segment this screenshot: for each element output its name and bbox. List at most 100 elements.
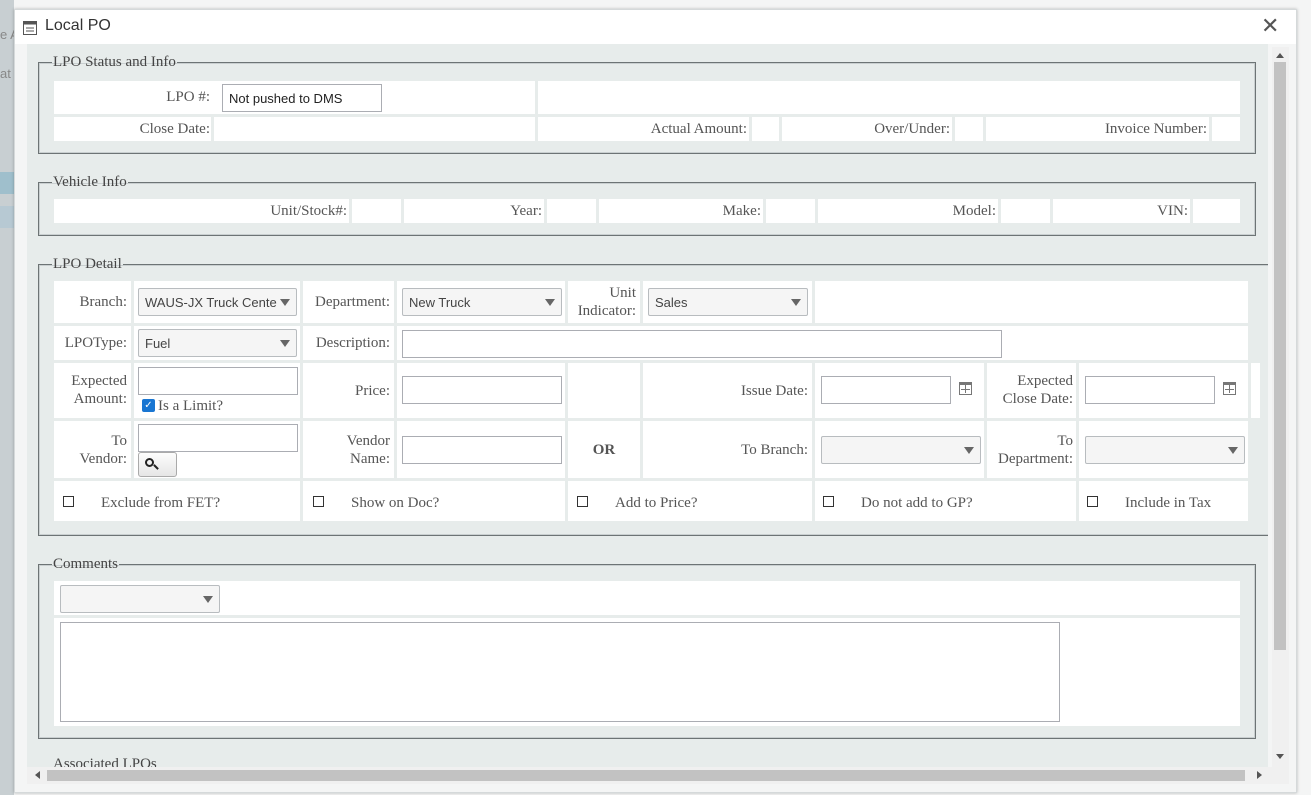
make-value — [766, 199, 815, 223]
window-icon — [23, 21, 37, 35]
vin-label: VIN: — [1157, 203, 1188, 219]
lpo-number-label: LPO #: — [166, 89, 210, 105]
year-label: Year: — [510, 203, 542, 219]
vendor-name-input[interactable] — [402, 436, 562, 464]
over-under-label: Over/Under: — [874, 121, 950, 137]
lpo-type-select[interactable]: Fuel — [138, 329, 297, 357]
section-legend: Vehicle Info — [53, 174, 127, 190]
background-tile — [0, 206, 14, 228]
comments-textarea[interactable] — [60, 622, 1060, 722]
section-legend: LPO Status and Info — [53, 54, 176, 70]
scroll-left-arrow-icon[interactable] — [35, 771, 40, 779]
vendor-name-label-line2: Name: — [350, 451, 390, 467]
over-under-value — [955, 117, 983, 141]
vendor-name-label-line1: Vendor — [346, 433, 390, 449]
calendar-icon[interactable] — [1223, 382, 1236, 395]
add-to-price-checkbox[interactable] — [577, 496, 588, 507]
to-department-label-line1: To — [1057, 433, 1073, 449]
actual-amount-value — [752, 117, 779, 141]
invoice-number-label: Invoice Number: — [1104, 121, 1207, 137]
chevron-down-icon — [1228, 447, 1238, 454]
unit-stock-label: Unit/Stock#: — [270, 203, 347, 219]
branch-select[interactable]: WAUS-JX Truck Cente — [138, 288, 297, 316]
dialog-content: LPO Status and Info LPO #: Not pushed to… — [27, 44, 1268, 767]
model-label: Model: — [952, 203, 996, 219]
close-date-value — [214, 117, 535, 141]
expected-close-input[interactable] — [1085, 376, 1215, 404]
exclude-fet-checkbox[interactable] — [63, 496, 74, 507]
background-tile — [0, 172, 14, 194]
dialog-title: Local PO — [45, 17, 111, 34]
background-app — [0, 0, 14, 795]
detail-blank-cell — [815, 281, 1248, 323]
include-tax-label: Include in Tax — [1125, 495, 1212, 511]
scroll-up-arrow-icon[interactable] — [1276, 53, 1284, 58]
model-value — [1001, 199, 1050, 223]
make-label: Make: — [722, 203, 761, 219]
chevron-down-icon — [203, 596, 213, 603]
horizontal-scroll-thumb[interactable] — [47, 770, 1245, 781]
to-vendor-label-line2: Vendor: — [79, 451, 128, 467]
expected-amount-input[interactable] — [138, 367, 298, 395]
dialog-titlebar: Local PO ✕ — [15, 10, 1296, 44]
price-label: Price: — [355, 383, 390, 399]
to-department-select[interactable] — [1085, 436, 1245, 464]
actual-amount-label: Actual Amount: — [650, 121, 747, 137]
lpo-number-field: Not pushed to DMS — [222, 84, 382, 112]
issue-date-input[interactable] — [821, 376, 951, 404]
price-input[interactable] — [402, 376, 562, 404]
exclude-fet-label: Exclude from FET? — [101, 495, 221, 511]
calendar-icon[interactable] — [959, 382, 972, 395]
close-date-label: Close Date: — [139, 121, 210, 137]
to-department-label-line2: Department: — [998, 451, 1073, 467]
chevron-down-icon — [280, 340, 290, 347]
expected-close-label-line1: Expected — [1017, 373, 1073, 389]
show-on-doc-checkbox[interactable] — [313, 496, 324, 507]
do-not-add-gp-checkbox[interactable] — [823, 496, 834, 507]
background-text: at — [0, 66, 11, 81]
chevron-down-icon — [280, 299, 290, 306]
branch-select-value: WAUS-JX Truck Cente — [145, 295, 277, 310]
close-icon[interactable]: ✕ — [1261, 13, 1279, 39]
or-label: OR — [592, 442, 616, 458]
search-icon — [145, 458, 154, 467]
department-select-value: New Truck — [409, 295, 471, 310]
unit-stock-value — [352, 199, 401, 223]
do-not-add-gp-label: Do not add to GP? — [861, 495, 973, 511]
local-po-dialog: Local PO ✕ LPO Status and Info LPO #: No… — [14, 9, 1297, 793]
lpo-type-label: LPOType: — [64, 335, 127, 351]
expected-close-label-line2: Close Date: — [1002, 391, 1073, 407]
is-limit-label: Is a Limit? — [158, 398, 223, 414]
year-value — [547, 199, 596, 223]
vertical-scroll-thumb[interactable] — [1274, 62, 1286, 650]
department-select[interactable]: New Truck — [402, 288, 562, 316]
section-legend: Comments — [53, 556, 119, 572]
chevron-down-icon — [545, 299, 555, 306]
scroll-right-arrow-icon[interactable] — [1257, 771, 1262, 779]
scroll-down-arrow-icon[interactable] — [1276, 754, 1284, 759]
expected-amount-label-line1: Expected — [71, 373, 127, 389]
to-vendor-label-line1: To — [111, 433, 127, 449]
to-branch-select[interactable] — [821, 436, 981, 464]
comments-type-select[interactable] — [60, 585, 220, 613]
description-input[interactable] — [402, 330, 1002, 358]
lpo-type-select-value: Fuel — [145, 336, 171, 351]
department-label: Department: — [315, 294, 390, 310]
chevron-down-icon — [964, 447, 974, 454]
unit-indicator-select[interactable]: Sales — [648, 288, 808, 316]
to-vendor-input[interactable] — [138, 424, 298, 452]
status-blank-cell — [538, 81, 1240, 114]
chevron-down-icon — [791, 299, 801, 306]
to-branch-label: To Branch: — [741, 442, 808, 458]
is-limit-checkbox[interactable]: ✓ — [142, 399, 155, 412]
include-tax-checkbox[interactable] — [1087, 496, 1098, 507]
description-label: Description: — [315, 335, 390, 351]
branch-label: Branch: — [79, 294, 127, 310]
price-blank-cell — [568, 363, 640, 418]
unit-indicator-label-line2: Indicator: — [577, 303, 636, 319]
invoice-number-value — [1212, 117, 1240, 141]
show-on-doc-label: Show on Doc? — [351, 495, 440, 511]
vendor-search-button[interactable] — [138, 452, 177, 477]
expected-amount-label-line2: Amount: — [73, 391, 127, 407]
unit-indicator-select-value: Sales — [655, 295, 688, 310]
